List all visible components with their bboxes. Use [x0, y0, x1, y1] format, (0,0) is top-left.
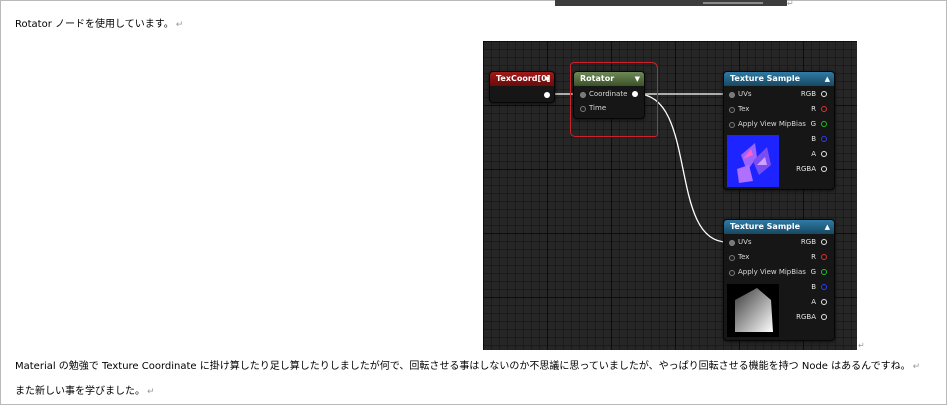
- mipbias-pin[interactable]: [729, 122, 735, 128]
- paragraph-body: Material の勉強で Texture Coordinate に掛け算したり…: [15, 361, 920, 373]
- uvs-pin[interactable]: [729, 240, 735, 246]
- uvs-label: UVs: [738, 238, 752, 246]
- texcoord-output-pin[interactable]: [544, 92, 550, 98]
- collapse-arrow-up-icon[interactable]: ▲: [825, 220, 830, 234]
- rgb-output-pin[interactable]: [821, 239, 827, 245]
- a-label: A: [811, 298, 816, 306]
- b-label: B: [811, 135, 816, 143]
- a-output-pin[interactable]: [821, 299, 827, 305]
- g-label: G: [810, 120, 816, 128]
- paragraph-mark: ↵: [147, 387, 155, 397]
- mipbias-pin[interactable]: [729, 270, 735, 276]
- collapse-arrow-up-icon[interactable]: ▲: [825, 72, 830, 86]
- paragraph-mark: ↵: [175, 20, 184, 30]
- top-paragraph-mark: ↵: [787, 0, 794, 8]
- tex-label: Tex: [738, 105, 750, 113]
- rgba-label: RGBA: [796, 165, 816, 173]
- rgb-label: RGB: [800, 238, 816, 246]
- material-graph-image: TexCoord[0] ▼ Rotator ▼ Coordinate Time …: [483, 41, 857, 350]
- r-output-pin[interactable]: [821, 254, 827, 260]
- texture-preview-mask: [727, 284, 779, 337]
- texcoord-header: TexCoord[0] ▼: [490, 72, 554, 86]
- paragraph-intro: Rotator ノードを使用しています。 ↵: [15, 19, 183, 31]
- highlight-outline: [570, 62, 658, 137]
- collapse-arrow-icon[interactable]: ▼: [545, 72, 550, 86]
- paragraph-closing: また新しい事を学びました。 ↵: [15, 386, 155, 398]
- toolbar-strip: [555, 0, 787, 6]
- rgb-label: RGB: [800, 90, 816, 98]
- r-output-pin[interactable]: [821, 106, 827, 112]
- b-output-pin[interactable]: [821, 136, 827, 142]
- texcoord-title: TexCoord[0]: [496, 74, 551, 83]
- uvs-label: UVs: [738, 90, 752, 98]
- closing-text: また新しい事を学びました。: [15, 386, 145, 397]
- g-output-pin[interactable]: [821, 121, 827, 127]
- tex-pin[interactable]: [729, 107, 735, 113]
- rgb-output-pin[interactable]: [821, 91, 827, 97]
- tex-pin[interactable]: [729, 255, 735, 261]
- scrollbar-thumb[interactable]: [703, 2, 763, 4]
- rgba-output-pin[interactable]: [821, 166, 827, 172]
- g-output-pin[interactable]: [821, 269, 827, 275]
- uvs-pin[interactable]: [729, 92, 735, 98]
- intro-text: Rotator ノードを使用しています。: [15, 19, 174, 30]
- rgba-label: RGBA: [796, 313, 816, 321]
- r-label: R: [811, 105, 816, 113]
- texture-sample-header: Texture Sample ▲: [724, 220, 834, 234]
- rgba-output-pin[interactable]: [821, 314, 827, 320]
- texture-sample-node-1[interactable]: Texture Sample ▲ UVs Tex Apply View MipB…: [723, 71, 835, 190]
- r-label: R: [811, 253, 816, 261]
- image-paragraph-mark: ↵: [858, 341, 865, 350]
- texture-preview-rotated: [727, 135, 779, 187]
- a-label: A: [811, 150, 816, 158]
- texture-sample-title: Texture Sample: [730, 222, 801, 231]
- b-label: B: [811, 283, 816, 291]
- a-output-pin[interactable]: [821, 151, 827, 157]
- body-text: Material の勉強で Texture Coordinate に掛け算したり…: [15, 361, 911, 372]
- texture-sample-header: Texture Sample ▲: [724, 72, 834, 86]
- texcoord-node[interactable]: TexCoord[0] ▼: [489, 71, 555, 103]
- g-label: G: [810, 268, 816, 276]
- tex-label: Tex: [738, 253, 750, 261]
- paragraph-mark: ↵: [912, 362, 921, 372]
- texture-sample-node-2[interactable]: Texture Sample ▲ UVs Tex Apply View MipB…: [723, 219, 835, 341]
- texture-sample-title: Texture Sample: [730, 74, 801, 83]
- b-output-pin[interactable]: [821, 284, 827, 290]
